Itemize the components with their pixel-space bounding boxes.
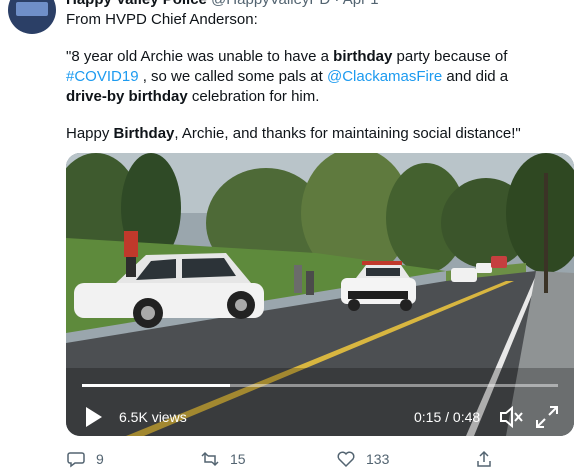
tweet-date[interactable]: Apr 1 [343,0,379,8]
tweet-line-2: "8 year old Archie was unable to have a … [66,48,508,65]
hashtag-link[interactable]: #COVID19 [66,68,139,85]
share-button[interactable] [474,449,494,469]
tweet-actions: 9 15 133 [0,449,588,473]
video-frame [66,153,574,436]
author-name[interactable]: Happy Valley Police [66,0,207,8]
tweet-line-3: #COVID19 , so we called some pals at @Cl… [66,68,509,85]
tweet-line-4: drive-by birthday celebration for him. [66,88,320,105]
like-count: 133 [366,451,390,467]
reply-icon [67,452,85,468]
video-progress-fill [82,384,230,387]
view-count: 6.5K views [119,409,187,425]
tweet-line-5: Happy Birthday, Archie, and thanks for m… [66,125,521,142]
reply-count: 9 [96,451,104,467]
retweet-count: 15 [230,451,246,467]
avatar[interactable] [8,0,56,34]
tweet-line-1: From HVPD Chief Anderson: [66,11,258,28]
share-icon [477,450,491,467]
like-button[interactable]: 133 [336,449,389,469]
tweet-header: Happy Valley Police @HappyValleyPD · Apr… [66,0,379,8]
author-handle[interactable]: @HappyValleyPD [211,0,330,8]
mute-icon[interactable] [498,404,524,430]
video-progress-bar[interactable] [82,384,558,387]
retweet-icon [201,451,219,467]
mention-link[interactable]: @ClackamasFire [327,68,442,85]
retweet-button[interactable]: 15 [200,449,246,469]
reply-button[interactable]: 9 [66,449,104,469]
police-badge-icon [16,2,48,16]
video-player[interactable]: 6.5K views 0:15 / 0:48 [66,153,574,436]
play-icon[interactable] [80,404,106,430]
heart-icon [337,451,355,468]
video-time: 0:15 / 0:48 [414,409,481,425]
fullscreen-icon[interactable] [534,404,560,430]
